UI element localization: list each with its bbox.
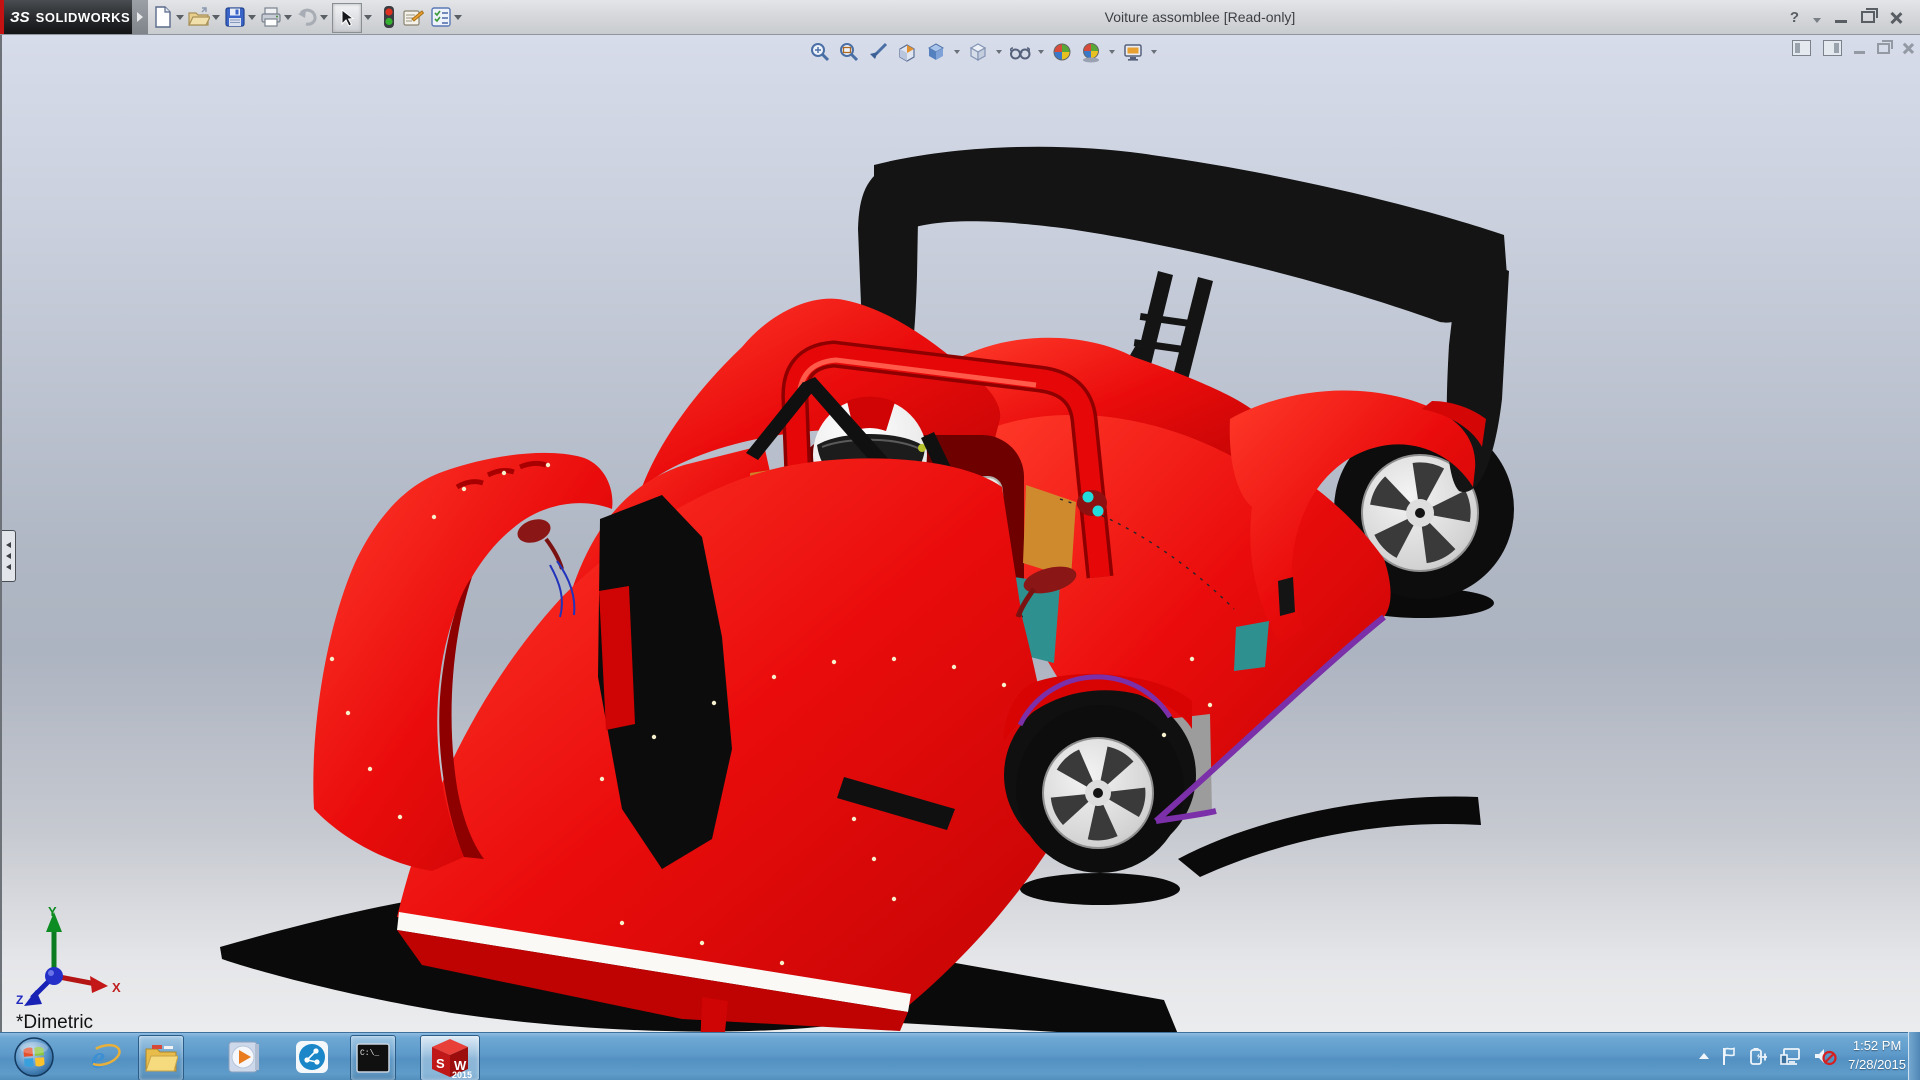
doc-restore-icon[interactable]: [1877, 43, 1890, 54]
collapse-arrow-icon: [6, 564, 11, 570]
svg-text:e: e: [91, 1039, 105, 1075]
svg-text:Y: Y: [48, 904, 57, 919]
svg-text:X: X: [112, 980, 121, 995]
select-tool-caret[interactable]: [364, 15, 372, 20]
cyan-light-2: [1093, 506, 1104, 517]
action-center-flag-icon[interactable]: [1720, 1046, 1738, 1066]
rebuild-button[interactable]: [378, 5, 400, 29]
left-pane-toggle-icon[interactable]: [1792, 40, 1811, 56]
options-caret[interactable]: [454, 15, 462, 20]
save-caret[interactable]: [248, 15, 256, 20]
share-app-button[interactable]: [290, 1035, 334, 1079]
internet-explorer-button[interactable]: e: [82, 1035, 126, 1079]
power-plug-icon[interactable]: [1749, 1046, 1769, 1066]
collapse-arrow-icon: [6, 542, 11, 548]
new-document-caret[interactable]: [176, 15, 184, 20]
car-model[interactable]: [2, 34, 1920, 1080]
start-button[interactable]: [10, 1035, 58, 1079]
open-caret[interactable]: [212, 15, 220, 20]
minimize-icon[interactable]: [1835, 20, 1847, 23]
undo-caret[interactable]: [320, 15, 328, 20]
network-icon[interactable]: [1780, 1046, 1802, 1066]
system-tray: 1:52 PM 7/28/2015: [1699, 1032, 1906, 1080]
svg-text:Z: Z: [16, 993, 23, 1007]
sidepod-teal-opening: [1234, 621, 1269, 671]
previous-view-button[interactable]: [866, 40, 890, 64]
tray-time: 1:52 PM: [1848, 1037, 1906, 1056]
doc-minimize-icon[interactable]: [1854, 51, 1865, 54]
title-bar: ЗS SOLIDWORKS Voiture assomblee [Read-on…: [0, 0, 1920, 35]
cmd-label: C:\_: [360, 1049, 379, 1058]
volume-muted-icon[interactable]: [1813, 1046, 1837, 1066]
menu-flyout-tab[interactable]: [132, 0, 148, 34]
select-tool-button[interactable]: [332, 3, 362, 33]
media-player-button[interactable]: [222, 1035, 266, 1079]
clock[interactable]: 1:52 PM 7/28/2015: [1848, 1037, 1906, 1075]
hide-show-items-button[interactable]: [1008, 40, 1032, 64]
print-caret[interactable]: [284, 15, 292, 20]
solidworks-button[interactable]: S W 2015: [420, 1035, 480, 1080]
edit-component-button[interactable]: [402, 5, 424, 29]
section-view-button[interactable]: [895, 40, 919, 64]
display-style-caret[interactable]: [996, 50, 1002, 54]
options-button[interactable]: [430, 5, 452, 29]
view-orientation-caret[interactable]: [954, 50, 960, 54]
show-hidden-icons[interactable]: [1699, 1053, 1709, 1059]
save-button[interactable]: [224, 5, 246, 29]
close-icon[interactable]: [1889, 11, 1902, 24]
document-window-controls: [1792, 40, 1914, 56]
undo-button[interactable]: [296, 5, 318, 29]
zoom-to-area-button[interactable]: [837, 40, 861, 64]
right-pane-toggle-icon[interactable]: [1823, 40, 1842, 56]
help-caret[interactable]: [1813, 18, 1821, 23]
tray-date: 7/28/2015: [1848, 1056, 1906, 1075]
display-style-button[interactable]: [966, 40, 990, 64]
logo-text: SOLIDWORKS: [36, 10, 131, 25]
taskbar: e C:\_ S W 2015: [0, 1032, 1920, 1080]
side-vent-slot: [1278, 577, 1295, 616]
cyan-light-1: [1083, 492, 1094, 503]
windows-explorer-button[interactable]: [138, 1035, 184, 1080]
show-desktop-button[interactable]: [1908, 1032, 1920, 1080]
sw-badge: 2015: [452, 1070, 472, 1079]
help-icon[interactable]: ?: [1790, 9, 1799, 26]
solidworks-logo: ЗS SOLIDWORKS: [0, 0, 132, 34]
restore-icon[interactable]: [1861, 11, 1875, 23]
print-button[interactable]: [260, 5, 282, 29]
orientation-triad: Y X Z: [10, 904, 130, 1009]
svg-text:S: S: [436, 1056, 445, 1071]
hide-show-items-caret[interactable]: [1038, 50, 1044, 54]
ds-logo-icon: ЗS: [10, 9, 30, 26]
feature-tree-collapse-tab[interactable]: [2, 530, 16, 582]
window-controls: ?: [1790, 0, 1902, 34]
headsup-view-toolbar: [808, 38, 1158, 66]
logo-accent: [0, 0, 4, 34]
zoom-to-fit-button[interactable]: [808, 40, 832, 64]
graphics-viewport[interactable]: Y X Z *Dimetric: [0, 34, 1920, 1032]
view-orientation-label: *Dimetric: [16, 1012, 93, 1034]
view-settings-caret[interactable]: [1151, 50, 1157, 54]
collapse-arrow-icon: [6, 553, 11, 559]
view-orientation-button[interactable]: [924, 40, 948, 64]
open-button[interactable]: [188, 5, 210, 29]
doc-close-icon[interactable]: [1902, 42, 1914, 54]
window-title: Voiture assomblee [Read-only]: [1000, 0, 1400, 34]
new-document-button[interactable]: [152, 5, 174, 29]
view-settings-button[interactable]: [1121, 40, 1145, 64]
apply-scene-caret[interactable]: [1109, 50, 1115, 54]
edit-appearance-button[interactable]: [1050, 40, 1074, 64]
command-prompt-button[interactable]: C:\_: [350, 1035, 396, 1080]
apply-scene-button[interactable]: [1079, 40, 1103, 64]
